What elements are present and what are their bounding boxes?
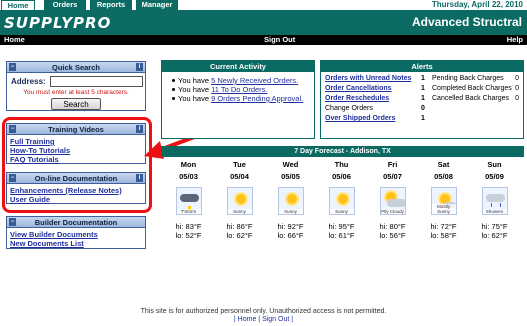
new-orders-link[interactable]: 5 Newly Received Orders. [211,76,298,85]
nav-help-link[interactable]: Help [507,35,523,45]
tab-reports[interactable]: Reports [90,0,132,10]
builder-documentation-panel: − Builder Documentation View Builder Doc… [6,216,146,249]
current-activity-panel: Current Activity You have 5 Newly Receiv… [161,60,315,139]
search-button[interactable]: Search [51,98,101,110]
forecast-day-tue: Tue 05/04 Sunny hi: 86°F lo: 62°F [226,160,253,240]
activity-item: You have 5 Newly Received Orders. [172,76,308,85]
order-reschedules-link[interactable]: Order Reschedules [325,94,421,104]
quick-search-panel: − Quick Search i Address: You must enter… [6,61,146,111]
footer: This site is for authorized personnel on… [0,308,527,323]
supplypro-logo: SUPPLYPRO [4,14,112,32]
search-hint: You must enter at least 5 characters. [23,89,129,96]
alerts-header: Alerts [321,61,523,72]
footer-links[interactable]: | Home | Sign Out | [0,316,527,323]
partly-cloudy-icon: Ptly Cloudy [379,187,406,215]
alert-row: Over Shipped Orders 1 [325,114,425,124]
over-shipped-orders-link[interactable]: Over Shipped Orders [325,114,421,124]
unread-notes-link[interactable]: Orders with Unread Notes [325,74,421,84]
top-tab-bar: Home Orders Reports Manager Thursday, Ap… [0,0,527,10]
current-activity-header: Current Activity [162,61,314,72]
address-input[interactable] [49,76,143,87]
tab-home[interactable]: Home [1,0,35,10]
collapse-icon[interactable]: − [9,63,16,71]
current-date: Thursday, April 22, 2010 [431,0,523,9]
highlight-outline [2,117,152,213]
activity-item: You have 11 To Do Orders. [172,85,308,94]
sunny-icon: Sunny [328,187,355,215]
alert-row: Order Reschedules 1 Cancelled Back Charg… [325,94,519,104]
order-cancellations-link[interactable]: Order Cancellations [325,84,421,94]
quick-search-header: − Quick Search i [7,62,145,73]
builder-documentation-header: − Builder Documentation [7,217,145,228]
pending-approval-link[interactable]: 9 Orders Pending Approval. [211,94,303,103]
info-icon[interactable]: i [136,63,143,71]
tab-orders[interactable]: Orders [44,0,86,10]
view-builder-documents-link[interactable]: View Builder Documents [10,230,142,239]
nav-sign-out-link[interactable]: Sign Out [264,35,295,45]
forecast-day-sat: Sat 05/08 Mostly Sunny hi: 72°F lo: 58°F [430,160,457,240]
mostly-sunny-icon: Mostly Sunny [430,187,457,215]
alert-row: Order Cancellations 1 Completed Back Cha… [325,84,519,94]
builder-documentation-title: Builder Documentation [34,218,118,227]
to-do-orders-link[interactable]: 11 To Do Orders. [211,85,267,94]
footer-note: This site is for authorized personnel on… [140,308,387,315]
alerts-panel: Alerts Orders with Unread Notes 1 Pendin… [320,60,524,139]
forecast-day-sun: Sun 05/09 Showers hi: 75°F lo: 62°F [481,160,508,240]
forecast-day-wed: Wed 05/05 Sunny hi: 92°F lo: 66°F [277,160,304,240]
address-label: Address: [11,77,46,86]
header-banner: SUPPLYPRO Advanced Structral [0,10,527,35]
nav-bar: Home Sign Out Help [0,35,527,45]
thunderstorm-icon: T'Storm [175,187,202,215]
alert-row: Change Orders 0 [325,105,425,112]
sunny-icon: Sunny [277,187,304,215]
change-orders-label: Change Orders [325,105,373,112]
quick-search-title: Quick Search [52,63,100,72]
sunny-icon: Sunny [226,187,253,215]
showers-icon: Showers [481,187,508,215]
collapse-icon[interactable]: − [9,218,16,226]
tab-manager[interactable]: Manager [136,0,178,10]
site-title: Advanced Structral [411,15,522,29]
forecast-title: 7 Day Forecast - Addison, TX [161,146,524,157]
forecast-day-fri: Fri 05/07 Ptly Cloudy hi: 80°F lo: 56°F [379,160,406,240]
activity-item: You have 9 Orders Pending Approval. [172,94,308,103]
forecast-day-thu: Thu 05/06 Sunny hi: 95°F lo: 61°F [328,160,355,240]
new-documents-list-link[interactable]: New Documents List [10,239,142,248]
alert-row: Orders with Unread Notes 1 Pending Back … [325,74,519,84]
forecast-day-mon: Mon 05/03 T'Storm hi: 83°F lo: 52°F [175,160,202,240]
nav-home-link[interactable]: Home [4,35,25,45]
